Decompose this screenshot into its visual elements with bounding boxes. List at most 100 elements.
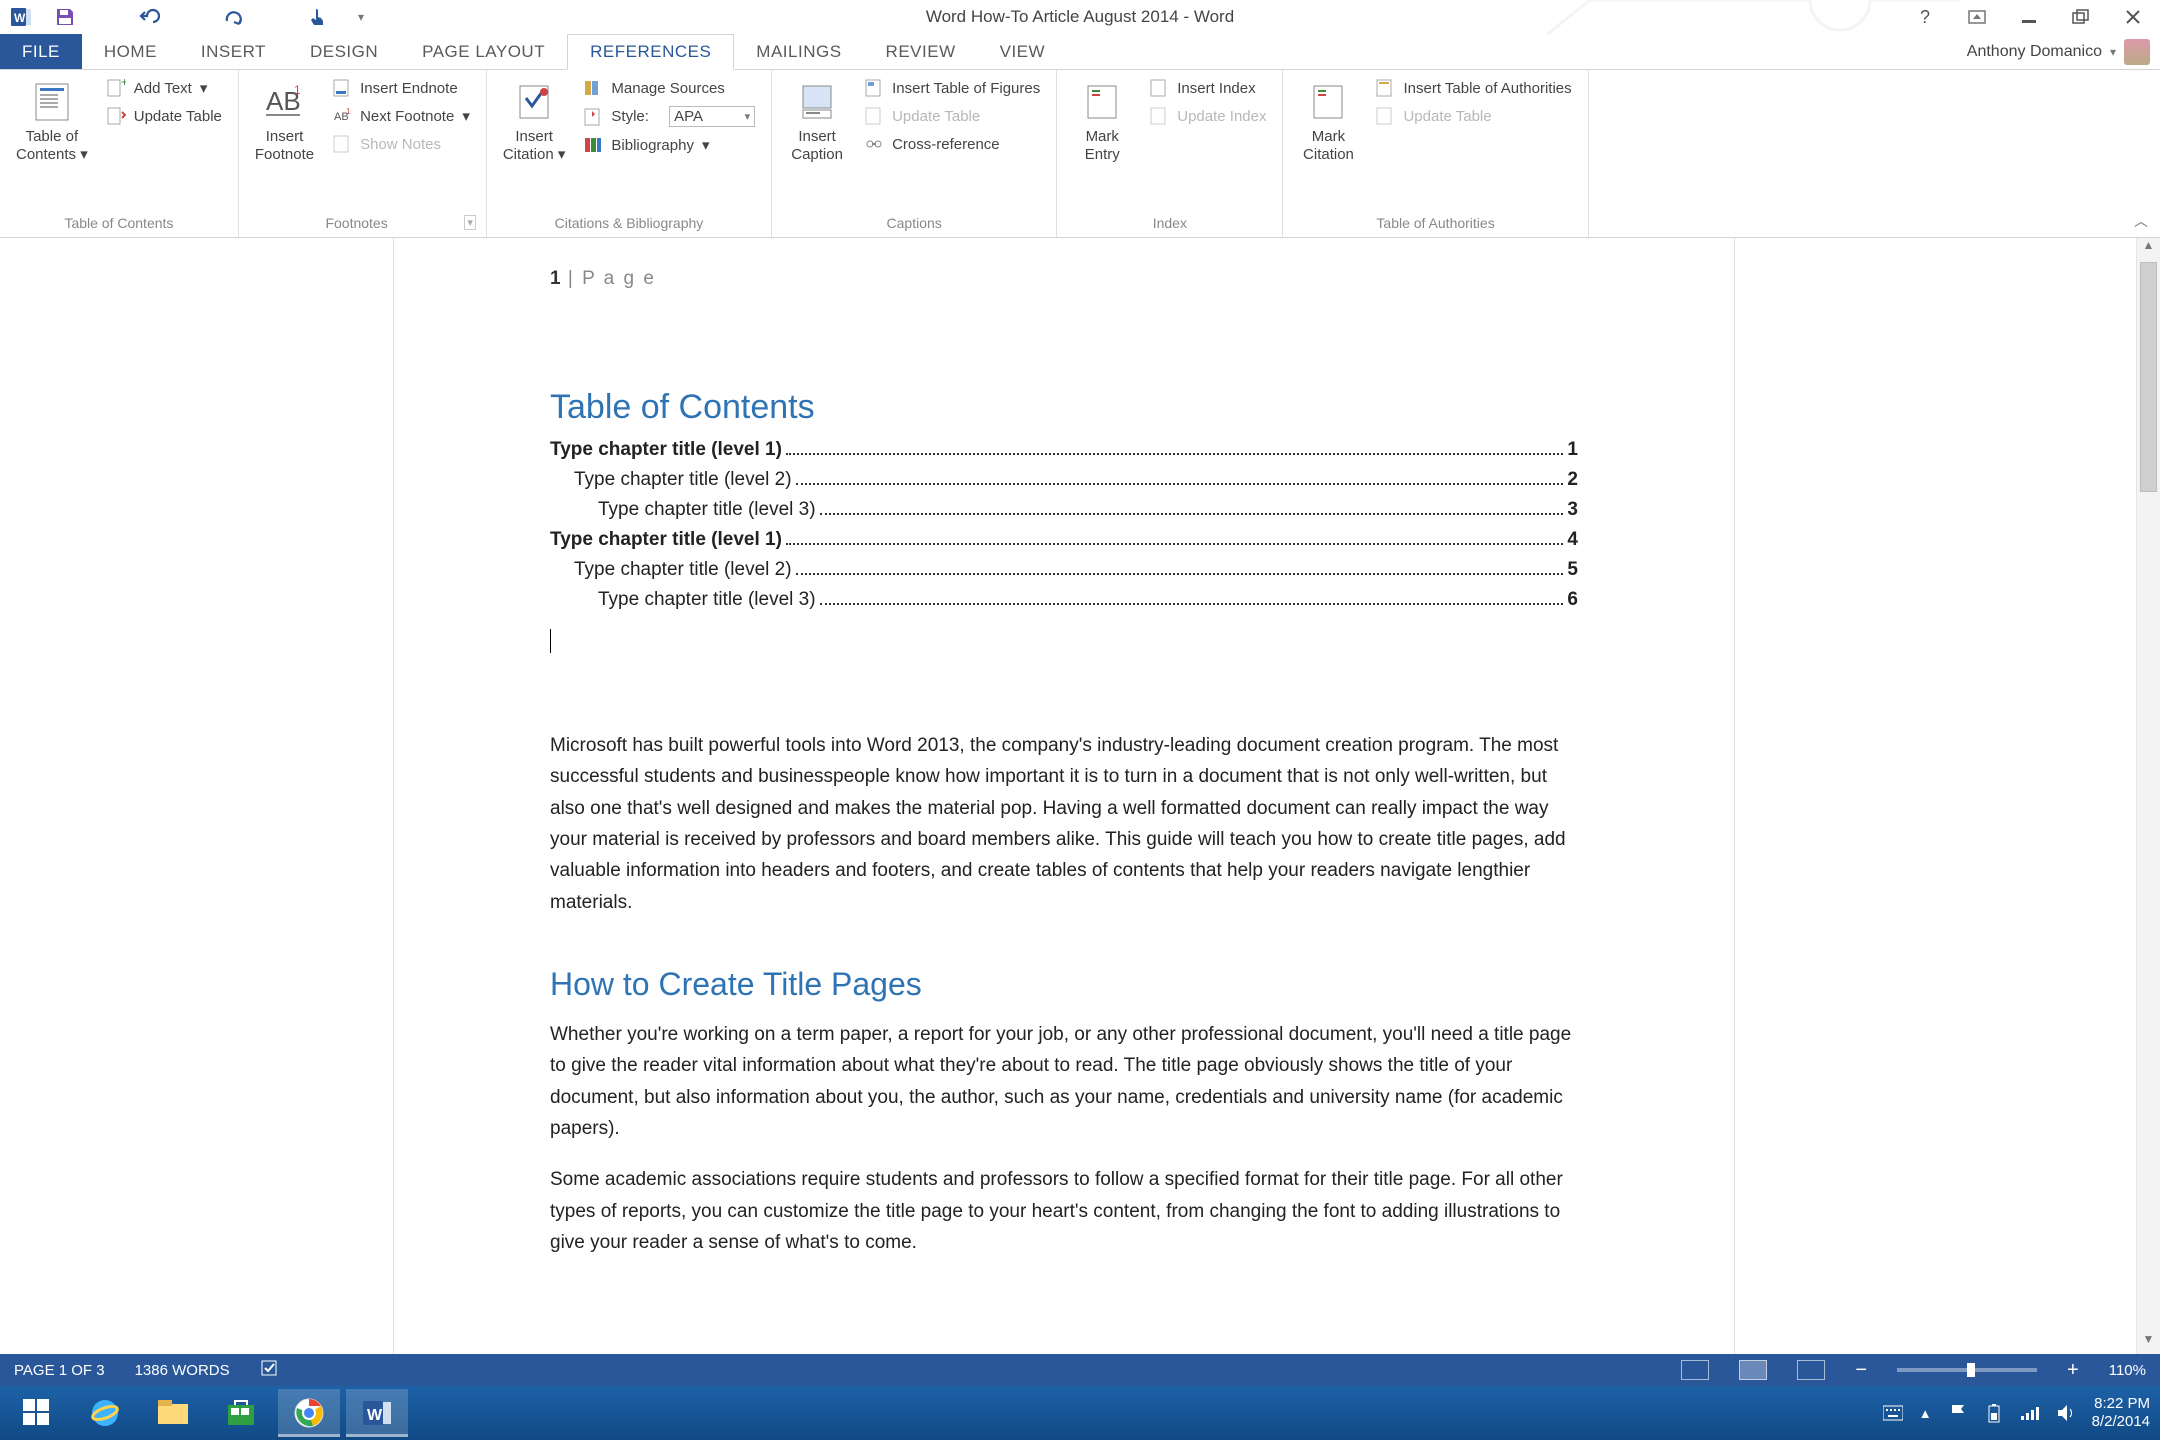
group-index: Mark Entry Insert Index Update Index Ind… <box>1057 70 1283 237</box>
ribbon: Table of Contents ▾ +Add Text ▾ Update T… <box>0 70 2160 238</box>
insert-citation-button[interactable]: Insert Citation ▾ <box>497 76 572 211</box>
scroll-thumb[interactable] <box>2140 262 2157 492</box>
tab-design[interactable]: DESIGN <box>288 34 400 69</box>
word-count[interactable]: 1386 WORDS <box>135 1362 230 1379</box>
update-tof-button[interactable]: Update Table <box>858 104 1046 128</box>
heading-title-pages: How to Create Title Pages <box>550 958 1578 1011</box>
insert-tof-button[interactable]: Insert Table of Figures <box>858 76 1046 100</box>
qat-customize-icon[interactable]: ▾ <box>350 6 372 28</box>
add-text-button[interactable]: +Add Text ▾ <box>100 76 228 100</box>
group-label: Table of Contents <box>10 211 228 237</box>
svg-text:+: + <box>121 78 126 89</box>
taskbar-explorer-icon[interactable] <box>142 1389 204 1437</box>
insert-toa-button[interactable]: Insert Table of Authorities <box>1369 76 1577 100</box>
group-citations: Insert Citation ▾ Manage Sources Style: … <box>487 70 772 237</box>
heading-toc: Table of Contents <box>550 388 1578 427</box>
toc-button[interactable]: Table of Contents ▾ <box>10 76 94 211</box>
group-footnotes: AB1 Insert Footnote Insert Endnote AB1Ne… <box>239 70 487 237</box>
account-name[interactable]: Anthony Domanico ▾ <box>1967 34 2150 69</box>
next-footnote-button[interactable]: AB1Next Footnote ▾ <box>326 104 476 128</box>
spellcheck-icon[interactable] <box>260 1359 280 1381</box>
vertical-scrollbar[interactable]: ▲ ▼ <box>2136 238 2160 1354</box>
group-captions: Insert Caption Insert Table of Figures U… <box>772 70 1057 237</box>
collapse-ribbon-icon[interactable]: ︿ <box>2134 211 2148 231</box>
toc-entry: Type chapter title (level 2)2 <box>550 469 1578 491</box>
tab-references[interactable]: REFERENCES <box>567 34 734 70</box>
group-label: Index <box>1067 211 1272 237</box>
toc-entry: Type chapter title (level 3)6 <box>550 589 1578 611</box>
restore-icon[interactable] <box>2070 6 2092 28</box>
show-notes-button[interactable]: Show Notes <box>326 132 476 156</box>
taskbar-store-icon[interactable] <box>210 1389 272 1437</box>
toc-entry: Type chapter title (level 3)3 <box>550 499 1578 521</box>
tab-page-layout[interactable]: PAGE LAYOUT <box>400 34 567 69</box>
read-mode-icon[interactable] <box>1681 1360 1709 1380</box>
clock[interactable]: 8:22 PM 8/2/2014 <box>2092 1395 2150 1431</box>
update-index-button[interactable]: Update Index <box>1143 104 1272 128</box>
update-table-button[interactable]: Update Table <box>100 104 228 128</box>
citation-style-select[interactable]: Style: APA▾ <box>577 104 761 129</box>
scroll-up-icon[interactable]: ▲ <box>2137 238 2160 260</box>
mark-entry-button[interactable]: Mark Entry <box>1067 76 1137 211</box>
text-cursor <box>550 629 551 653</box>
undo-icon[interactable] <box>138 6 160 28</box>
zoom-level[interactable]: 110% <box>2109 1362 2146 1379</box>
group-label: Table of Authorities <box>1293 211 1577 237</box>
word-app-icon[interactable]: W <box>10 6 32 28</box>
tab-mailings[interactable]: MAILINGS <box>734 34 863 69</box>
wifi-icon[interactable] <box>2020 1403 2040 1423</box>
volume-icon[interactable] <box>2056 1403 2076 1423</box>
help-icon[interactable]: ? <box>1914 6 1936 28</box>
system-tray: ▲ 8:22 PM 8/2/2014 <box>1883 1386 2150 1440</box>
print-layout-icon[interactable] <box>1739 1360 1767 1380</box>
toc-entry: Type chapter title (level 2)5 <box>550 559 1578 581</box>
insert-footnote-button[interactable]: AB1 Insert Footnote <box>249 76 320 211</box>
tab-file[interactable]: FILE <box>0 34 82 69</box>
tray-chevron-icon[interactable]: ▲ <box>1919 1406 1932 1421</box>
battery-icon[interactable] <box>1984 1403 2004 1423</box>
manage-sources-button[interactable]: Manage Sources <box>577 76 761 100</box>
page-count[interactable]: PAGE 1 OF 3 <box>14 1362 105 1379</box>
zoom-out-icon[interactable]: − <box>1855 1359 1867 1382</box>
tab-view[interactable]: VIEW <box>978 34 1067 69</box>
zoom-in-icon[interactable]: + <box>2067 1359 2079 1382</box>
title-bar: W ▾ Word How-To Article August 2014 - Wo… <box>0 0 2160 34</box>
insert-index-button[interactable]: Insert Index <box>1143 76 1272 100</box>
taskbar-chrome-icon[interactable] <box>278 1389 340 1437</box>
save-icon[interactable] <box>54 6 76 28</box>
taskbar-word-icon[interactable]: W <box>346 1389 408 1437</box>
web-layout-icon[interactable] <box>1797 1360 1825 1380</box>
keyboard-icon[interactable] <box>1883 1403 1903 1423</box>
page[interactable]: 1 | P a g e Table of Contents Type chapt… <box>394 238 1734 1354</box>
ribbon-display-icon[interactable] <box>1966 6 1988 28</box>
redo-icon[interactable] <box>222 6 244 28</box>
tab-home[interactable]: HOME <box>82 34 179 69</box>
group-toc: Table of Contents ▾ +Add Text ▾ Update T… <box>0 70 239 237</box>
user-label: Anthony Domanico <box>1967 43 2102 61</box>
style-value[interactable]: APA▾ <box>669 106 755 127</box>
scroll-down-icon[interactable]: ▼ <box>2137 1332 2160 1354</box>
tab-insert[interactable]: INSERT <box>179 34 288 69</box>
tab-review[interactable]: REVIEW <box>864 34 978 69</box>
flag-icon[interactable] <box>1948 1403 1968 1423</box>
minimize-icon[interactable] <box>2018 6 2040 28</box>
toc-list: Type chapter title (level 1)1 Type chapte… <box>550 439 1578 611</box>
toc-entry: Type chapter title (level 1)1 <box>550 439 1578 461</box>
avatar <box>2124 39 2150 65</box>
group-label: Footnotes ▾ <box>249 211 476 237</box>
insert-endnote-button[interactable]: Insert Endnote <box>326 76 476 100</box>
zoom-slider[interactable] <box>1897 1368 2037 1372</box>
bibliography-button[interactable]: Bibliography ▾ <box>577 133 761 157</box>
taskbar-ie-icon[interactable] <box>74 1389 136 1437</box>
close-icon[interactable] <box>2122 6 2144 28</box>
touch-mode-icon[interactable] <box>306 6 328 28</box>
status-bar: PAGE 1 OF 3 1386 WORDS − + 110% <box>0 1354 2160 1386</box>
group-label: Citations & Bibliography <box>497 211 761 237</box>
ribbon-tabs: FILE HOME INSERT DESIGN PAGE LAYOUT REFE… <box>0 34 2160 70</box>
cross-reference-button[interactable]: Cross-reference <box>858 132 1046 156</box>
insert-caption-button[interactable]: Insert Caption <box>782 76 852 211</box>
update-toa-button[interactable]: Update Table <box>1369 104 1577 128</box>
mark-citation-button[interactable]: Mark Citation <box>1293 76 1363 211</box>
document-area: 1 | P a g e Table of Contents Type chapt… <box>0 238 2160 1354</box>
start-button[interactable] <box>6 1389 68 1437</box>
